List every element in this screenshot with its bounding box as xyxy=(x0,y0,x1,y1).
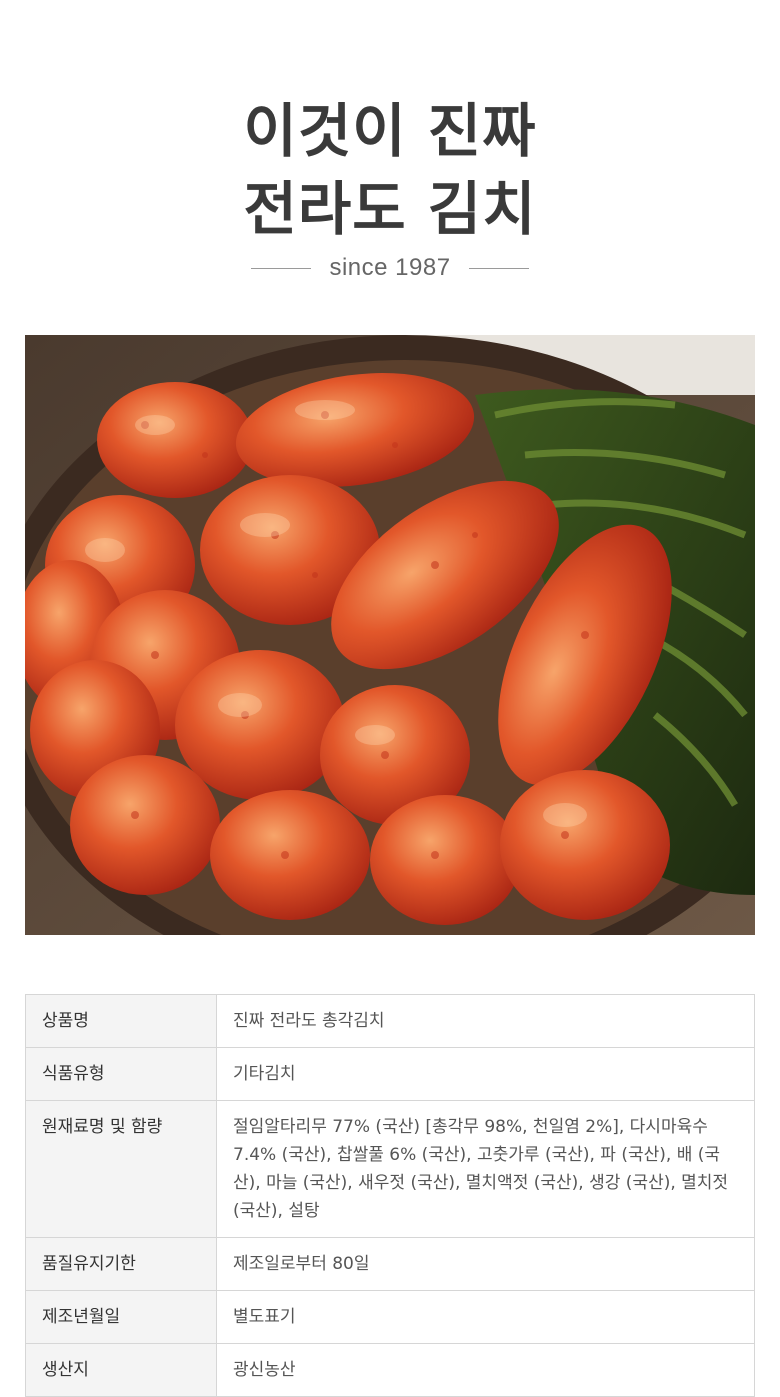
title-line-2: 전라도 김치 xyxy=(243,175,537,243)
row-value: 기타김치 xyxy=(216,1047,755,1101)
row-label: 식품유형 xyxy=(25,1047,217,1101)
since-text: since 1987 xyxy=(329,254,451,281)
row-value: 절임알타리무 77% (국산) [총각무 98%, 천일염 2%], 다시마육수… xyxy=(216,1100,755,1238)
row-label: 제조년월일 xyxy=(25,1290,217,1344)
divider-right xyxy=(468,267,529,269)
since-tagline: since 1987 xyxy=(0,250,780,286)
row-value: 광신농산 xyxy=(216,1343,755,1397)
product-info-table: 상품명 진짜 전라도 총각김치 식품유형 기타김치 원재료명 및 함량 절임알타… xyxy=(25,994,755,1397)
row-value: 별도표기 xyxy=(216,1290,755,1344)
row-label: 품질유지기한 xyxy=(25,1237,217,1291)
table-row: 품질유지기한 제조일로부터 80일 xyxy=(25,1237,755,1291)
row-label: 원재료명 및 함량 xyxy=(25,1100,217,1238)
row-value: 진짜 전라도 총각김치 xyxy=(216,994,755,1048)
page-title: 이것이 진짜 전라도 김치 xyxy=(0,92,780,248)
title-line-1: 이것이 진짜 xyxy=(243,97,537,165)
row-label: 생산지 xyxy=(25,1343,217,1397)
row-value: 제조일로부터 80일 xyxy=(216,1237,755,1291)
table-row: 생산지 광신농산 xyxy=(25,1343,755,1397)
table-row: 상품명 진짜 전라도 총각김치 xyxy=(25,994,755,1048)
table-row: 식품유형 기타김치 xyxy=(25,1047,755,1101)
divider-left xyxy=(251,267,312,269)
table-row: 제조년월일 별도표기 xyxy=(25,1290,755,1344)
table-row: 원재료명 및 함량 절임알타리무 77% (국산) [총각무 98%, 천일염 … xyxy=(25,1100,755,1238)
kimchi-illustration xyxy=(25,335,755,935)
row-label: 상품명 xyxy=(25,994,217,1048)
kimchi-photo xyxy=(25,335,755,935)
